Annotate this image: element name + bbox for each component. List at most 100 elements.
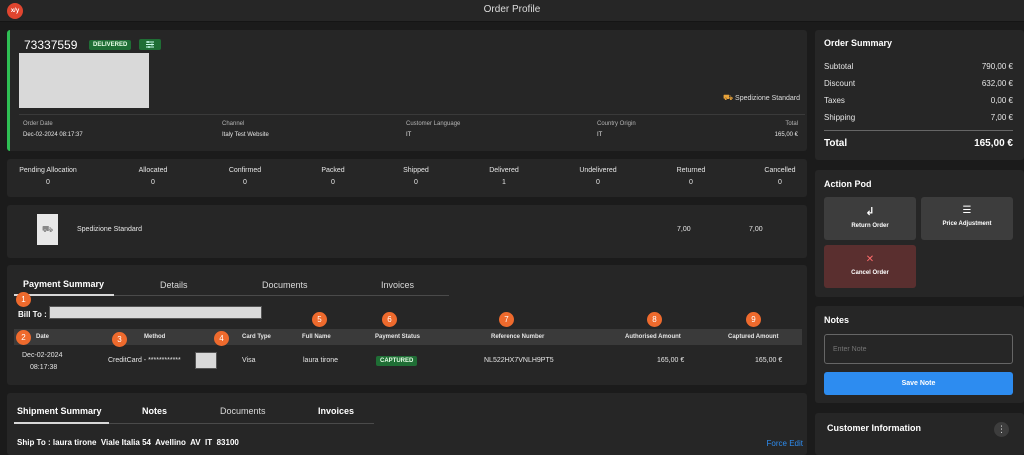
notes-card: Notes Save Note xyxy=(815,306,1024,403)
marker-8: 8 xyxy=(647,312,662,327)
force-edit-link[interactable]: Force Edit xyxy=(767,439,803,448)
channel-value: Italy Test Website xyxy=(222,132,269,138)
count-label: Cancelled xyxy=(764,167,796,174)
bill-to-redacted xyxy=(49,306,262,319)
cell-time: 08:17:38 xyxy=(30,364,58,371)
discount-value: 632,00 € xyxy=(981,79,1013,88)
shipping-label: Shipping xyxy=(824,113,856,122)
count-value: 0 xyxy=(331,179,335,186)
col-authorised-amount: Authorised Amount xyxy=(625,334,681,340)
ship-to-address: Ship To : laura tirone Viale Italia 54 A… xyxy=(17,438,239,447)
fulfillment-counts-card: Pending Allocation 0 Allocated 0 Confirm… xyxy=(7,159,807,197)
sliders-icon xyxy=(146,41,154,48)
count-value: 1 xyxy=(502,179,506,186)
price-adjustment-label: Price Adjustment xyxy=(942,221,992,227)
count-value: 0 xyxy=(778,179,782,186)
note-input[interactable] xyxy=(824,334,1013,364)
cell-date: Dec-02-2024 xyxy=(22,352,63,359)
tab-documents[interactable]: Documents xyxy=(262,280,308,290)
customer-info-title: Customer Information xyxy=(827,423,922,433)
line-item-card: ⛟ Spedizione Standard 7,00 7,00 xyxy=(7,205,807,258)
count-value: 0 xyxy=(596,179,600,186)
count-value: 0 xyxy=(151,179,155,186)
count-label: Returned xyxy=(676,167,706,174)
shipment-card: Shipment Summary Notes Documents Invoice… xyxy=(7,393,807,455)
action-pod-title: Action Pod xyxy=(824,179,872,189)
count-undelivered: Undelivered 0 xyxy=(568,167,628,186)
shipping-method: ⛟ Spedizione Standard xyxy=(723,93,801,102)
tab-shipment-invoices[interactable]: Invoices xyxy=(318,406,354,416)
order-fields-divider xyxy=(19,114,805,115)
more-options-icon[interactable]: ⋮ xyxy=(994,422,1009,437)
page-title: Order Profile xyxy=(483,4,541,15)
return-order-button[interactable]: ↲ Return Order xyxy=(824,197,916,240)
active-tab-indicator xyxy=(14,422,109,424)
cell-card-type: Visa xyxy=(242,357,256,364)
status-badge: DELIVERED xyxy=(89,40,132,50)
card-number-redacted xyxy=(195,352,217,369)
cancel-order-label: Cancel Order xyxy=(851,270,889,276)
channel-label: Channel xyxy=(222,121,245,127)
shipping-value: 7,00 € xyxy=(990,113,1013,122)
count-value: 0 xyxy=(243,179,247,186)
tab-shipment-documents[interactable]: Documents xyxy=(220,406,266,416)
tab-shipment-summary[interactable]: Shipment Summary xyxy=(17,406,102,416)
count-value: 0 xyxy=(689,179,693,186)
product-thumbnail[interactable]: ⛟ xyxy=(37,214,58,245)
count-label: Shipped xyxy=(403,167,429,174)
return-order-label: Return Order xyxy=(851,223,889,229)
cancel-order-button[interactable]: ✕ Cancel Order xyxy=(824,245,916,288)
cell-authorised: 165,00 € xyxy=(657,357,685,364)
marker-4: 4 xyxy=(214,331,229,346)
tab-payment-summary[interactable]: Payment Summary xyxy=(23,279,104,289)
customer-info-redacted xyxy=(19,53,149,108)
action-pod-card: Action Pod ↲ Return Order ☰ Price Adjust… xyxy=(815,170,1024,297)
marker-6: 6 xyxy=(382,312,397,327)
save-note-button[interactable]: Save Note xyxy=(824,372,1013,395)
line-item-price: 7,00 xyxy=(677,226,691,233)
return-arrow-icon: ↲ xyxy=(865,206,875,218)
summary-total-label: Total xyxy=(824,138,848,149)
order-header-card: 73337559 DELIVERED ⛟ Spedizione Standard… xyxy=(7,30,807,151)
count-value: 0 xyxy=(46,179,50,186)
count-shipped: Shipped 0 xyxy=(386,167,446,186)
count-cancelled: Cancelled 0 xyxy=(750,167,810,186)
col-captured-amount: Captured Amount xyxy=(728,334,779,340)
taxes-value: 0,00 € xyxy=(990,96,1013,105)
payment-card: Payment Summary Details Documents Invoic… xyxy=(7,265,807,385)
customer-language-label: Customer Language xyxy=(406,121,461,127)
total-value: 165,00 € xyxy=(774,132,798,138)
marker-5: 5 xyxy=(312,312,327,327)
subtotal-label: Subtotal xyxy=(824,62,854,71)
count-pending-allocation: Pending Allocation 0 xyxy=(18,167,78,186)
marker-2: 2 xyxy=(16,330,31,345)
table-row[interactable]: Dec-02-2024 08:17:38 CreditCard - ******… xyxy=(14,345,802,377)
top-bar: x/y Order Profile xyxy=(0,0,1024,22)
line-item-name: Spedizione Standard xyxy=(77,226,142,233)
col-reference-number: Reference Number xyxy=(491,334,545,340)
truck-icon: ⛟ xyxy=(723,93,734,102)
col-full-name: Full Name xyxy=(302,334,331,340)
tab-details[interactable]: Details xyxy=(160,280,188,290)
bill-to-label: Bill To : xyxy=(18,310,47,319)
tab-invoices[interactable]: Invoices xyxy=(381,280,414,290)
taxes-label: Taxes xyxy=(824,96,845,105)
notes-title: Notes xyxy=(824,315,850,325)
count-label: Pending Allocation xyxy=(19,167,77,174)
count-allocated: Allocated 0 xyxy=(123,167,183,186)
cell-method: CreditCard - ************ xyxy=(108,357,181,364)
country-origin-label: Country Origin xyxy=(597,121,636,127)
col-payment-status: Payment Status xyxy=(375,334,421,340)
col-date: Date xyxy=(36,334,50,340)
marker-7: 7 xyxy=(499,312,514,327)
customer-info-card: Customer Information ⋮ xyxy=(815,413,1024,455)
filter-toggle[interactable] xyxy=(139,39,161,50)
count-packed: Packed 0 xyxy=(303,167,363,186)
order-summary-card: Order Summary Subtotal 790,00 € Discount… xyxy=(815,30,1024,160)
truck-icon: ⛟ xyxy=(41,223,54,234)
order-summary-title: Order Summary xyxy=(824,38,893,48)
price-adjustment-button[interactable]: ☰ Price Adjustment xyxy=(921,197,1013,240)
count-label: Undelivered xyxy=(579,167,617,174)
tab-notes[interactable]: Notes xyxy=(142,406,167,416)
cell-full-name: laura tirone xyxy=(303,357,339,364)
